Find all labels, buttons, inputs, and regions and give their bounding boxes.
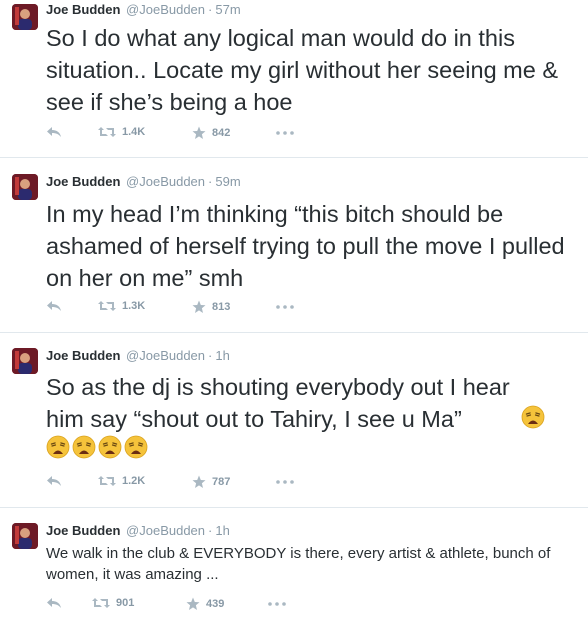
reply-button[interactable]: [46, 475, 62, 487]
favorite-count: 787: [212, 476, 231, 488]
more-button[interactable]: [276, 480, 294, 484]
tweet-text: We walk in the club & EVERYBODY is there…: [46, 545, 551, 583]
separator-dot: ·: [208, 348, 213, 363]
tweet[interactable]: Joe Budden @JoeBudden · 57m So I do what a…: [0, 0, 588, 158]
tweet-header: Joe Budden @JoeBudden · 59m: [46, 174, 241, 190]
more-icon: [276, 131, 294, 135]
avatar[interactable]: [12, 523, 38, 549]
retweet-button[interactable]: 901: [92, 597, 134, 609]
favorite-button[interactable]: 787: [192, 475, 230, 489]
reply-icon: [47, 476, 61, 486]
author-handle[interactable]: @JoeBudden: [126, 523, 205, 538]
tweet[interactable]: Joe Budden @JoeBudden · 59m In my head I’m…: [0, 158, 588, 333]
tweet-text: In my head I’m thinking “this bitch shou…: [46, 201, 565, 291]
reply-icon: [47, 301, 61, 311]
tweet-text: So I do what any logical man would do in…: [46, 25, 559, 115]
more-button[interactable]: [276, 131, 294, 135]
retweet-count: 1.3K: [122, 300, 146, 312]
separator-dot: ·: [208, 523, 213, 538]
retweet-button[interactable]: 1.4K: [98, 126, 145, 138]
star-icon: [192, 475, 206, 488]
retweet-count: 1.4K: [122, 126, 146, 138]
retweet-count: 1.2K: [122, 475, 146, 487]
tweet[interactable]: Joe Budden @JoeBudden · 1h So as the dj is…: [0, 333, 588, 508]
avatar[interactable]: [12, 174, 38, 200]
retweet-icon: [92, 598, 110, 608]
timestamp[interactable]: 59m: [215, 174, 240, 189]
reply-button[interactable]: [46, 126, 62, 138]
timestamp[interactable]: 1h: [215, 523, 229, 538]
weary-face-emoji: [521, 405, 545, 429]
reply-icon: [47, 127, 61, 137]
retweet-button[interactable]: 1.3K: [98, 300, 145, 312]
author-name[interactable]: Joe Budden: [46, 348, 120, 363]
timestamp[interactable]: 57m: [215, 2, 240, 17]
favorite-count: 842: [212, 127, 231, 139]
retweet-icon: [98, 127, 116, 137]
timeline: Joe Budden @JoeBudden · 57m So I do what a…: [0, 0, 588, 622]
separator-dot: ·: [208, 174, 213, 189]
more-icon: [268, 602, 286, 606]
tweet-text: So as the dj is shouting everybody out I…: [46, 374, 510, 432]
more-icon: [276, 305, 294, 309]
more-icon: [276, 480, 294, 484]
reply-button[interactable]: [46, 300, 62, 312]
weary-face-emoji: [72, 435, 96, 459]
timestamp[interactable]: 1h: [215, 348, 229, 363]
more-button[interactable]: [276, 305, 294, 309]
retweet-button[interactable]: 1.2K: [98, 475, 145, 487]
more-button[interactable]: [268, 602, 286, 606]
tweet-header: Joe Budden @JoeBudden · 1h: [46, 523, 230, 539]
favorite-count: 439: [206, 598, 225, 610]
author-handle[interactable]: @JoeBudden: [126, 348, 205, 363]
reply-button[interactable]: [46, 597, 62, 609]
favorite-button[interactable]: 439: [186, 597, 224, 611]
favorite-button[interactable]: 842: [192, 126, 230, 140]
tweet-header: Joe Budden @JoeBudden · 1h: [46, 348, 230, 364]
star-icon: [186, 597, 200, 610]
separator-dot: ·: [208, 2, 213, 17]
retweet-icon: [98, 301, 116, 311]
weary-face-emoji: [46, 435, 70, 459]
emoji-row: [46, 435, 150, 461]
weary-face-emoji: [124, 435, 148, 459]
reply-icon: [47, 598, 61, 608]
tweet-header: Joe Budden @JoeBudden · 57m: [46, 2, 241, 18]
star-icon: [192, 126, 206, 139]
weary-face-emoji: [98, 435, 122, 459]
retweet-count: 901: [116, 597, 135, 609]
author-handle[interactable]: @JoeBudden: [126, 174, 205, 189]
author-name[interactable]: Joe Budden: [46, 174, 120, 189]
star-icon: [192, 300, 206, 313]
tweet[interactable]: Joe Budden @JoeBudden · 1h We walk in the …: [0, 508, 588, 622]
author-name[interactable]: Joe Budden: [46, 2, 120, 17]
avatar[interactable]: [12, 4, 38, 30]
avatar[interactable]: [12, 348, 38, 374]
author-name[interactable]: Joe Budden: [46, 523, 120, 538]
author-handle[interactable]: @JoeBudden: [126, 2, 205, 17]
retweet-icon: [98, 476, 116, 486]
favorite-button[interactable]: 813: [192, 300, 230, 314]
favorite-count: 813: [212, 301, 231, 313]
